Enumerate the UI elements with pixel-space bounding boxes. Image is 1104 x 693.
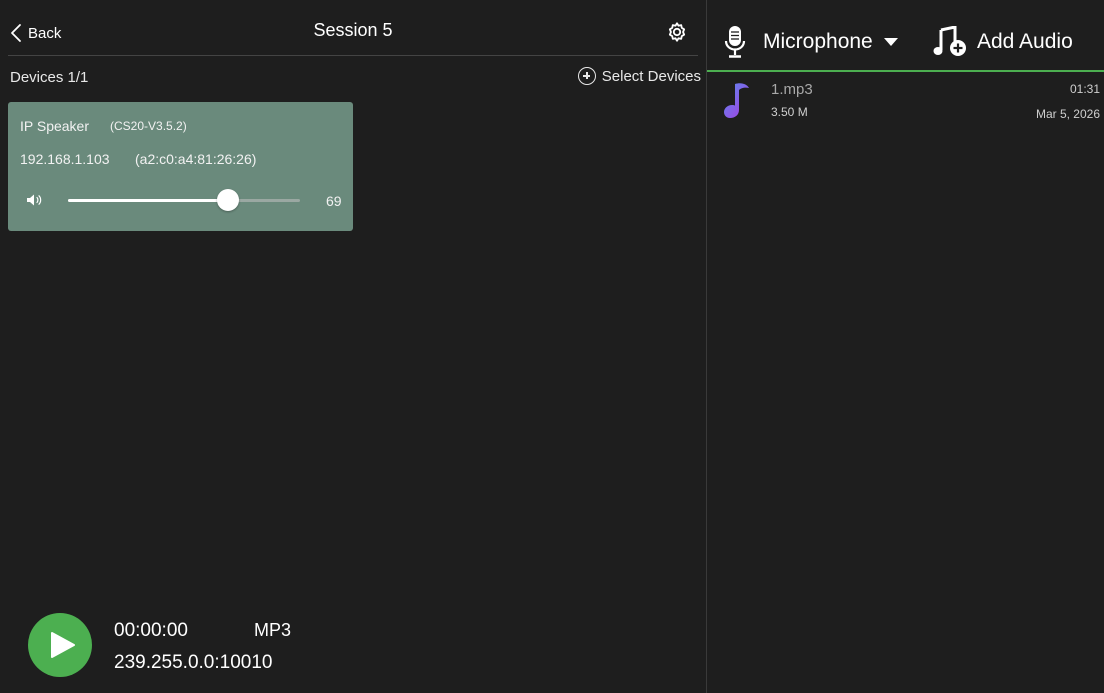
select-devices-button[interactable]: Select Devices (577, 67, 701, 85)
input-source-label: Microphone (763, 30, 873, 53)
volume-icon[interactable] (26, 193, 44, 207)
audio-file-duration: 01:31 (1069, 82, 1100, 96)
input-source-dropdown[interactable]: Microphone (763, 30, 899, 54)
select-devices-label: Select Devices (601, 67, 701, 85)
add-audio-label: Add Audio (977, 30, 1073, 53)
play-icon (51, 632, 75, 658)
page-title: Session 5 (313, 20, 393, 40)
music-add-icon (933, 26, 966, 56)
playback-time: 00:00:00 (114, 620, 188, 641)
play-button[interactable] (28, 613, 92, 677)
audio-format: MP3 (254, 620, 292, 640)
volume-value: 69 (326, 193, 342, 209)
audio-pane: Microphone Add Audio 1.mp3 3.50 M 01:31 … (707, 0, 1104, 693)
audio-file-name: 1.mp3 (771, 81, 813, 98)
audio-file-size: 3.50 M (771, 105, 808, 119)
audio-list-item[interactable]: 1.mp3 3.50 M 01:31 Mar 5, 2026 (707, 72, 1104, 128)
add-audio-button[interactable]: Add Audio (933, 26, 1073, 58)
gear-icon[interactable] (666, 21, 688, 43)
microphone-icon[interactable] (724, 25, 746, 59)
plus-circle-icon (577, 67, 596, 85)
device-mac: (a2:c0:a4:81:26:26) (135, 151, 257, 167)
session-pane: Back Session 5 Devices 1/1 Select Device… (0, 0, 706, 693)
volume-slider-thumb[interactable] (217, 189, 239, 211)
volume-slider-fill (68, 199, 228, 202)
caret-down-icon (883, 38, 898, 46)
volume-slider[interactable] (68, 189, 300, 211)
music-note-icon (724, 83, 749, 118)
device-version: (CS20-V3.5.2) (110, 119, 187, 133)
devices-count: Devices 1/1 (10, 69, 89, 86)
device-ip: 192.168.1.103 (20, 151, 110, 167)
multicast-address: 239.255.0.0:10010 (114, 652, 273, 673)
audio-file-date: Mar 5, 2026 (1035, 107, 1100, 121)
header-divider (8, 55, 698, 56)
device-name: IP Speaker (20, 118, 90, 134)
device-card[interactable]: IP Speaker (CS20-V3.5.2) 192.168.1.103 (… (8, 102, 353, 231)
